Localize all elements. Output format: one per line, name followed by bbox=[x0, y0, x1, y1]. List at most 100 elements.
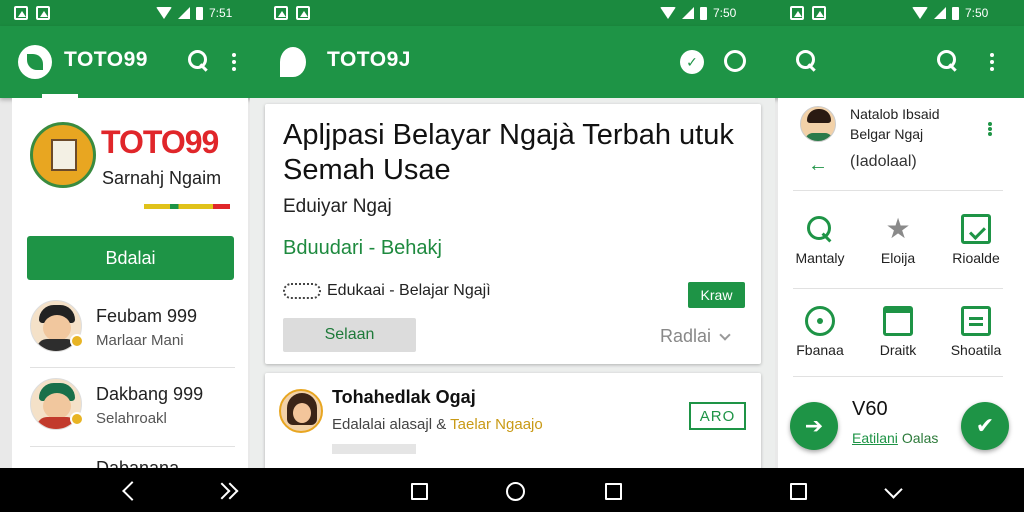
nav-recents-button[interactable] bbox=[406, 478, 432, 504]
overflow-menu-button-right[interactable] bbox=[990, 53, 994, 71]
list-item[interactable]: Feubam 999 Marlaar Mani bbox=[30, 300, 235, 372]
leaf-logo-icon bbox=[18, 45, 52, 79]
more-vert-icon[interactable] bbox=[988, 122, 992, 136]
card-title: Apljpasi Belayar Ngajà Terbah utuk Semah… bbox=[283, 119, 734, 186]
arrow-right-icon: ➔ bbox=[804, 413, 824, 438]
clock-2: 7:50 bbox=[713, 6, 737, 20]
wifi-icon bbox=[156, 7, 172, 19]
back-arrow-icon[interactable]: ← bbox=[808, 154, 828, 177]
card-developer-row: Edukaai - Belajar Ngajì bbox=[283, 282, 491, 300]
system-nav-bar bbox=[0, 468, 1024, 512]
check-box-icon bbox=[961, 214, 991, 244]
grid-item[interactable]: Mantaly bbox=[785, 214, 855, 266]
grid-item[interactable]: Fbanaa bbox=[785, 306, 855, 358]
brand-subtitle: Sarnahj Ngaim bbox=[102, 168, 222, 188]
list-item-subtitle: Selahroakl bbox=[96, 410, 167, 427]
profile-name-line2: Belgar Ngaj bbox=[850, 126, 924, 142]
grid-item[interactable]: Rioalde bbox=[941, 214, 1011, 266]
grid-item[interactable]: Draitk bbox=[863, 306, 933, 358]
more-label: Radlai bbox=[660, 326, 712, 346]
brand-logo bbox=[30, 122, 96, 188]
card-developer: Edukaai - Belajar Ngajì bbox=[327, 282, 491, 299]
info-icon bbox=[724, 50, 746, 72]
info-button[interactable] bbox=[724, 50, 746, 72]
chat-button[interactable]: ✓ bbox=[680, 50, 704, 74]
calendar-icon bbox=[883, 306, 913, 336]
card-subtitle: Edalalai alasajl & Taelar Ngaajo bbox=[332, 416, 543, 433]
search-icon bbox=[805, 214, 835, 244]
nav-forward-button[interactable] bbox=[214, 478, 240, 504]
nav-home-button[interactable] bbox=[502, 478, 528, 504]
search-icon bbox=[188, 50, 210, 72]
code-button[interactable]: ARO bbox=[689, 402, 746, 430]
divider bbox=[793, 190, 1003, 191]
nav-favorite-button[interactable] bbox=[880, 478, 906, 504]
gallery-icon bbox=[790, 6, 804, 20]
signal-icon bbox=[178, 7, 190, 19]
forward-fab[interactable]: ➔ bbox=[790, 402, 838, 450]
battery-icon bbox=[952, 6, 959, 20]
check-icon: ✔ bbox=[975, 413, 995, 438]
more-dropdown[interactable]: Radlai bbox=[660, 326, 731, 347]
wifi-icon bbox=[912, 7, 928, 19]
back-label: (Iadolaal) bbox=[850, 153, 917, 170]
overflow-menu-button[interactable] bbox=[232, 53, 236, 71]
primary-button[interactable]: Bdalai bbox=[27, 236, 234, 280]
recents-icon bbox=[604, 482, 622, 500]
divider bbox=[30, 367, 235, 368]
recents-icon bbox=[410, 482, 428, 500]
more-vert-icon bbox=[990, 53, 994, 71]
profile-name: Natalob Ibsaid Belgar Ngaj bbox=[850, 104, 940, 144]
target-icon bbox=[805, 306, 835, 336]
home-icon bbox=[505, 481, 525, 501]
search-button[interactable] bbox=[188, 50, 210, 72]
app-card[interactable]: Apljpasi Belayar Ngajà Terbah utuk Semah… bbox=[265, 104, 761, 364]
card-subtitle: Eduiyar Ngaj bbox=[283, 196, 392, 217]
gallery-icon bbox=[812, 6, 826, 20]
document-icon bbox=[961, 306, 991, 336]
list-item-title: Feubam 999 bbox=[96, 306, 198, 326]
divider bbox=[793, 376, 1003, 377]
list-item[interactable]: Dakbang 999 Selahroakl bbox=[30, 378, 235, 450]
check-fab[interactable]: ✔ bbox=[961, 402, 1009, 450]
status-bar: 7:51 7:50 7:50 bbox=[0, 0, 1024, 26]
nav-back-button[interactable] bbox=[118, 478, 144, 504]
card-subtitle-gold: Taelar Ngaajo bbox=[450, 416, 543, 433]
footer-muted: Oalas bbox=[901, 430, 939, 446]
install-button[interactable]: Kraw bbox=[688, 282, 745, 308]
clock-1: 7:51 bbox=[209, 6, 233, 20]
signal-icon bbox=[682, 7, 694, 19]
version-label: V60 bbox=[852, 398, 888, 420]
app-logo-center[interactable] bbox=[280, 47, 306, 77]
brand-stripe bbox=[144, 204, 230, 209]
divider bbox=[30, 446, 235, 447]
search-icon bbox=[937, 50, 959, 72]
footer-text: Eatilani Oalas bbox=[852, 430, 938, 446]
card-category: Bduudari - Behakj bbox=[283, 237, 442, 259]
grid-item[interactable]: Shoatila bbox=[941, 306, 1011, 358]
list-item-title: Dakbang 999 bbox=[96, 384, 204, 404]
placeholder-bar bbox=[332, 444, 416, 454]
status-right-1: 7:51 bbox=[156, 0, 232, 26]
app-logo[interactable] bbox=[18, 45, 52, 79]
nav-recents-button-3[interactable] bbox=[785, 478, 811, 504]
status-right-2: 7:50 bbox=[660, 0, 736, 26]
back-icon bbox=[123, 482, 139, 500]
list-item-title: Dabanana bbox=[96, 458, 180, 468]
search-button-right-2[interactable] bbox=[937, 50, 959, 72]
grid-item-label: Shoatila bbox=[950, 342, 1002, 358]
gallery-icon bbox=[14, 6, 28, 20]
clock-3: 7:50 bbox=[965, 6, 989, 20]
more-vert-icon bbox=[232, 53, 236, 71]
secondary-button[interactable]: Selaan bbox=[283, 318, 416, 352]
app-card-secondary[interactable]: Tohahedlak Ogaj Edalalai alasajl & Taela… bbox=[265, 373, 761, 473]
double-chevron-icon bbox=[218, 482, 236, 500]
grid-item[interactable]: ★ Eloija bbox=[863, 213, 933, 267]
avatar bbox=[800, 106, 836, 142]
search-button-right[interactable] bbox=[796, 50, 818, 72]
list-item[interactable]: Dabanana bbox=[30, 456, 235, 468]
grid-item-label: Mantaly bbox=[795, 250, 845, 266]
nav-recents-button-2[interactable] bbox=[600, 478, 626, 504]
status-right-3: 7:50 bbox=[912, 0, 988, 26]
star-icon: ★ bbox=[885, 213, 911, 244]
